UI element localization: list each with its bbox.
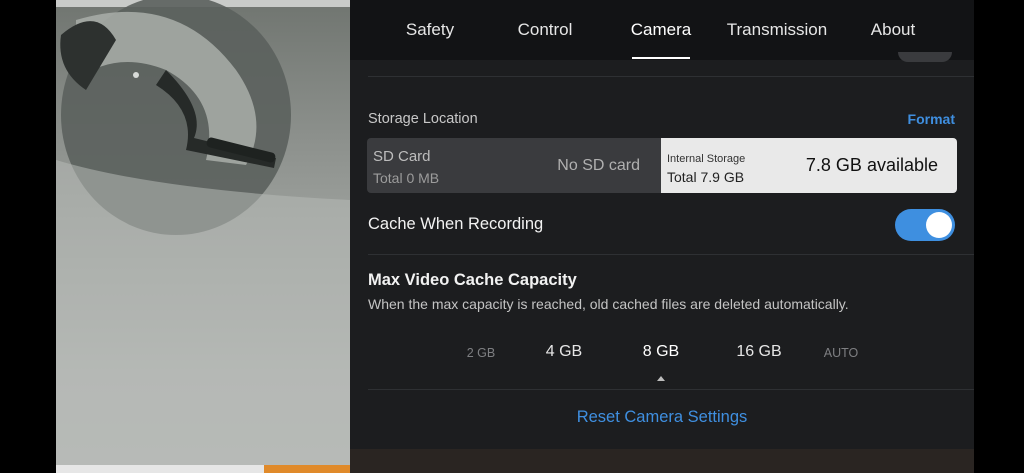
- sd-card-total: Total 0 MB: [373, 170, 440, 186]
- storage-location-label: Storage Location: [368, 111, 478, 127]
- tab-safety[interactable]: Safety: [372, 0, 488, 60]
- tab-about[interactable]: About: [835, 0, 951, 60]
- sd-card-title: SD Card: [373, 148, 431, 165]
- divider: [368, 76, 974, 77]
- settings-panel: Safety Control Camera Transmission About…: [350, 0, 974, 473]
- reset-camera-settings-button[interactable]: Reset Camera Settings: [350, 408, 974, 427]
- max-video-cache-title: Max Video Cache Capacity: [368, 271, 577, 289]
- camera-live-view[interactable]: [56, 0, 350, 473]
- cache-when-recording-label: Cache When Recording: [368, 215, 544, 233]
- storage-option-internal[interactable]: Internal Storage Total 7.9 GB 7.8 GB ava…: [661, 138, 957, 193]
- storage-option-sd-card[interactable]: SD Card Total 0 MB No SD card: [367, 138, 661, 193]
- left-letterbox: [0, 0, 56, 473]
- cache-when-recording-toggle[interactable]: [895, 209, 955, 241]
- cache-option-16gb[interactable]: 16 GB: [724, 343, 794, 361]
- cache-option-auto[interactable]: AUTO: [806, 346, 876, 360]
- divider: [368, 254, 974, 255]
- format-button[interactable]: Format: [908, 111, 955, 127]
- toggle-knob: [926, 212, 952, 238]
- internal-storage-total: Total 7.9 GB: [667, 169, 745, 185]
- tab-camera[interactable]: Camera: [603, 0, 719, 60]
- cache-option-8gb[interactable]: 8 GB: [626, 343, 696, 361]
- tab-control[interactable]: Control: [487, 0, 603, 60]
- tab-transmission[interactable]: Transmission: [719, 0, 835, 60]
- internal-storage-title: Internal Storage: [667, 153, 746, 165]
- tab-bar: Safety Control Camera Transmission About: [350, 0, 974, 60]
- active-tab-indicator: [632, 57, 690, 59]
- right-letterbox: [974, 0, 1024, 473]
- partial-toggle-above[interactable]: [898, 52, 952, 62]
- camera-bottom-accent: [264, 465, 350, 473]
- divider: [368, 389, 974, 390]
- cache-option-2gb[interactable]: 2 GB: [446, 346, 516, 360]
- camera-scene-object: [56, 0, 350, 473]
- cache-option-4gb[interactable]: 4 GB: [529, 343, 599, 361]
- max-video-cache-description: When the max capacity is reached, old ca…: [368, 296, 849, 312]
- sd-card-status: No SD card: [557, 157, 640, 174]
- selected-option-caret: [657, 376, 665, 381]
- panel-bottom-edge: [350, 449, 974, 473]
- storage-location-selector: SD Card Total 0 MB No SD card Internal S…: [367, 138, 957, 193]
- internal-storage-available: 7.8 GB available: [805, 155, 938, 175]
